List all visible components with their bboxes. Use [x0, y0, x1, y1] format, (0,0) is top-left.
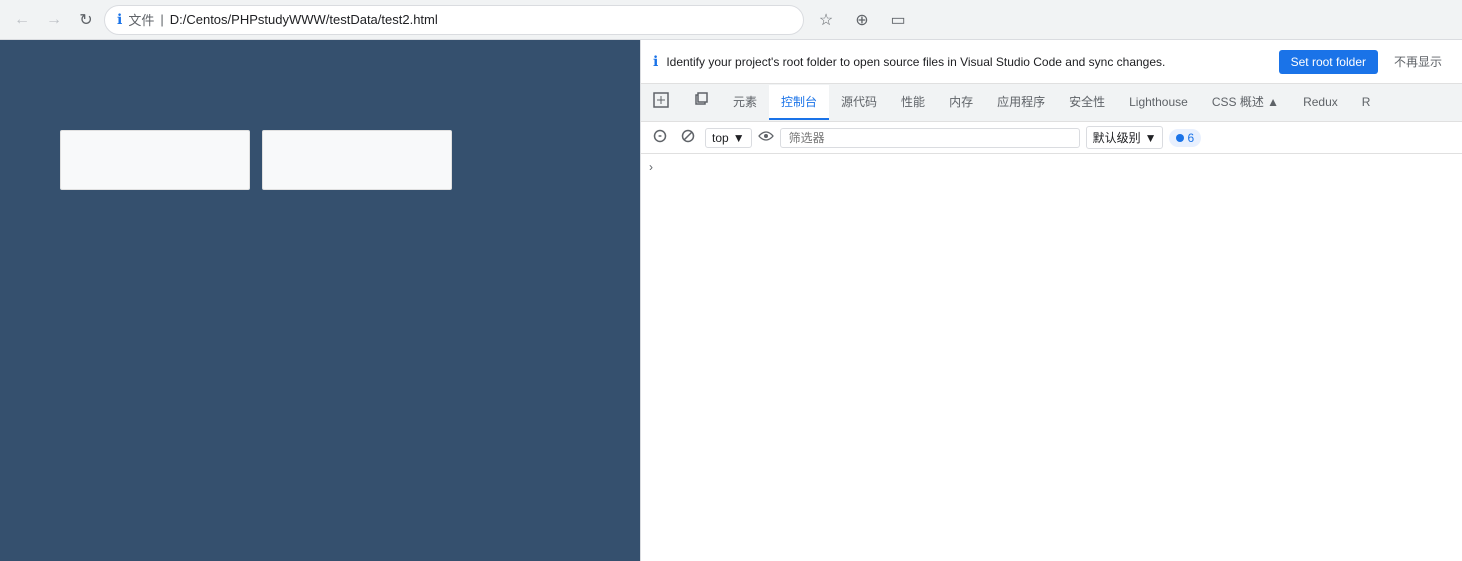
block-button[interactable]: [677, 127, 699, 149]
bookmark-button[interactable]: ☆: [812, 6, 840, 34]
tab-memory[interactable]: 内存: [937, 85, 985, 120]
level-dropdown-icon: ▼: [1145, 131, 1157, 145]
devtools-panel: ℹ Identify your project's root folder to…: [640, 40, 1462, 561]
devtools-tabs: 元素 控制台 源代码 性能 内存 应用程序 安全性 Lighthouse: [641, 84, 1462, 122]
banner-text: Identify your project's root folder to o…: [666, 55, 1270, 69]
context-dropdown-icon: ▼: [733, 131, 745, 145]
file-label: 文件: [128, 10, 154, 29]
banner-info-icon: ℹ: [653, 53, 658, 70]
page-info-icon: ℹ: [117, 11, 122, 28]
tab-security-label: 安全性: [1069, 93, 1105, 110]
webpage-content: [0, 40, 640, 561]
tab-console-label: 控制台: [781, 93, 817, 110]
tab-redux[interactable]: Redux: [1291, 87, 1350, 119]
tab-performance[interactable]: 性能: [889, 85, 937, 120]
address-separator: |: [160, 12, 163, 27]
level-label: 默认级别: [1093, 129, 1141, 146]
eye-icon[interactable]: [758, 128, 774, 147]
browser-chrome: ← → ↻ ℹ 文件 | D:/Centos/PHPstudyWWW/testD…: [0, 0, 1462, 40]
tab-lighthouse-label: Lighthouse: [1129, 95, 1188, 109]
tab-application[interactable]: 应用程序: [985, 85, 1057, 120]
main-layout: ℹ Identify your project's root folder to…: [0, 40, 1462, 561]
page-box-1: [60, 130, 250, 190]
tab-application-label: 应用程序: [997, 93, 1045, 110]
clear-console-button[interactable]: [649, 127, 671, 149]
inspect-icon: [653, 92, 669, 111]
tab-css-overview-label: CSS 概述 ▲: [1212, 93, 1279, 110]
set-root-button[interactable]: Set root folder: [1279, 50, 1378, 74]
extensions-button[interactable]: ⊕: [848, 6, 876, 34]
context-selector[interactable]: top ▼: [705, 128, 752, 148]
reload-button[interactable]: ↻: [72, 6, 100, 34]
tab-lighthouse[interactable]: Lighthouse: [1117, 87, 1200, 119]
tab-sources-label: 源代码: [841, 93, 877, 110]
error-count: 6: [1187, 131, 1194, 145]
block-icon: [681, 129, 695, 146]
forward-button[interactable]: →: [40, 6, 68, 34]
error-count-badge[interactable]: 6: [1169, 129, 1201, 147]
page-box-2: [262, 130, 452, 190]
tab-inspect[interactable]: [641, 84, 681, 121]
menu-button[interactable]: ▭: [884, 6, 912, 34]
address-bar[interactable]: ℹ 文件 | D:/Centos/PHPstudyWWW/testData/te…: [104, 5, 804, 35]
tab-more-label: R: [1362, 95, 1371, 109]
tab-elements-label: 元素: [733, 93, 757, 110]
copy-icon: [693, 92, 709, 111]
error-dot: [1176, 134, 1184, 142]
console-content: ›: [641, 154, 1462, 561]
tab-copy[interactable]: [681, 84, 721, 121]
context-label: top: [712, 131, 729, 145]
tab-redux-label: Redux: [1303, 95, 1338, 109]
tab-more[interactable]: R: [1350, 87, 1383, 119]
tab-performance-label: 性能: [901, 93, 925, 110]
console-arrow[interactable]: ›: [649, 160, 653, 174]
tab-css-overview[interactable]: CSS 概述 ▲: [1200, 85, 1291, 120]
info-banner: ℹ Identify your project's root folder to…: [641, 40, 1462, 84]
url-display[interactable]: D:/Centos/PHPstudyWWW/testData/test2.htm…: [170, 12, 791, 27]
clear-icon: [653, 129, 667, 146]
console-toolbar: top ▼ 默认级别 ▼ 6: [641, 122, 1462, 154]
back-button[interactable]: ←: [8, 6, 36, 34]
tab-security[interactable]: 安全性: [1057, 85, 1117, 120]
tab-memory-label: 内存: [949, 93, 973, 110]
tab-console[interactable]: 控制台: [769, 85, 829, 120]
filter-input[interactable]: [780, 128, 1080, 148]
tab-elements[interactable]: 元素: [721, 85, 769, 120]
tab-sources[interactable]: 源代码: [829, 85, 889, 120]
dismiss-button[interactable]: 不再显示: [1386, 48, 1450, 75]
log-level-selector[interactable]: 默认级别 ▼: [1086, 126, 1164, 149]
page-boxes-row: [60, 130, 452, 190]
